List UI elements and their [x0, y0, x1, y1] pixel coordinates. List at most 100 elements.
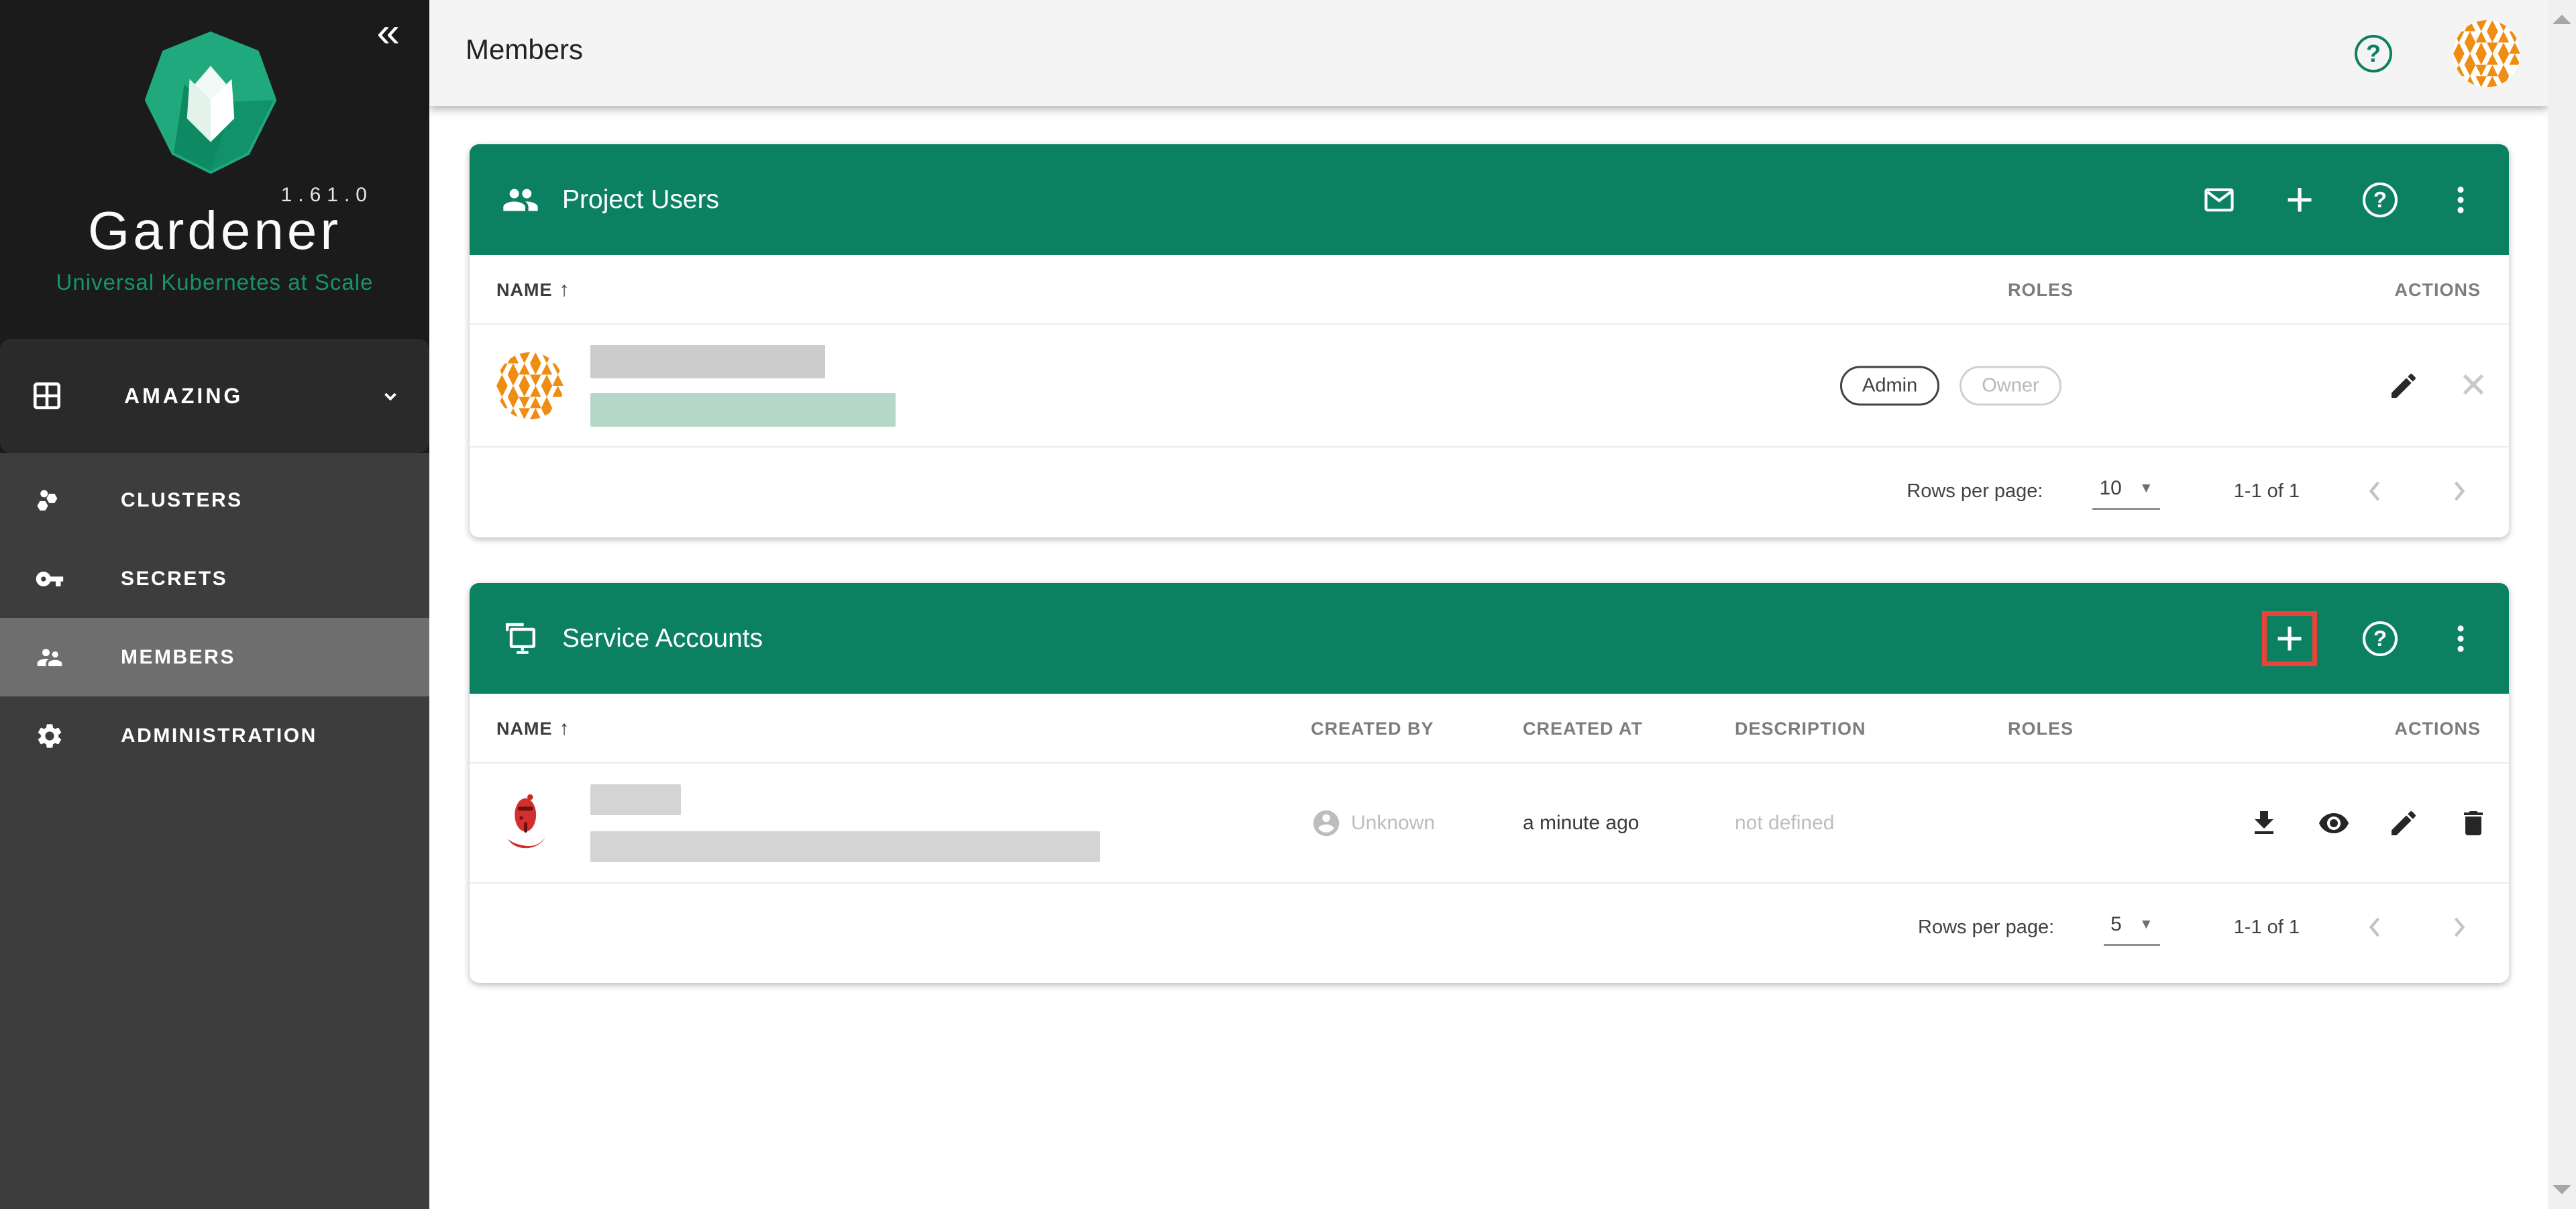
card-menu-button[interactable] [2443, 182, 2478, 217]
main-area: Members ? Project Users + [429, 0, 2548, 1209]
column-header-created-by: CREATED BY [1311, 694, 1434, 764]
service-accounts-table-header: NAME ↑ CREATED BY CREATED AT DESCRIPTION… [470, 694, 2509, 764]
top-bar: Members ? [429, 0, 2548, 106]
column-header-roles: ROLES [2008, 255, 2074, 325]
sidebar-item-label: CLUSTERS [121, 489, 243, 512]
monitor-icon [502, 620, 539, 658]
eye-icon [2318, 807, 2350, 839]
user-avatar[interactable] [2453, 20, 2520, 87]
sidebar-item-label: SECRETS [121, 568, 227, 590]
sidebar-item-label: MEMBERS [121, 646, 235, 669]
service-accounts-header: Service Accounts + ? [470, 583, 2509, 694]
chevron-left-icon[interactable] [2357, 910, 2392, 945]
column-header-name[interactable]: NAME ↑ [496, 255, 570, 325]
mail-icon [2202, 182, 2237, 217]
gear-icon [35, 721, 64, 751]
role-chip-admin: Admin [1840, 366, 1939, 405]
card-title: Project Users [562, 185, 719, 215]
scroll-down-arrow-icon[interactable] [2553, 1185, 2571, 1194]
download-kubeconfig-button[interactable] [2247, 806, 2281, 840]
card-title: Service Accounts [562, 624, 763, 653]
chevron-right-icon[interactable] [2442, 910, 2477, 945]
sidebar-item-members[interactable]: MEMBERS [0, 618, 429, 696]
key-icon [35, 564, 64, 594]
delete-service-account-button[interactable] [2457, 806, 2490, 840]
row-actions: ✕ [2387, 369, 2490, 403]
sort-asc-icon: ↑ [559, 717, 570, 740]
created-by-cell: Unknown [1311, 808, 1435, 839]
members-icon [35, 643, 64, 672]
chevron-down-icon [378, 384, 402, 408]
sidebar-nav: CLUSTERS SECRETS MEMBERS ADMINISTRATION [0, 461, 429, 775]
project-selector-label: AMAZING [124, 384, 243, 409]
add-member-button[interactable]: + [2282, 182, 2317, 217]
people-icon [502, 181, 539, 219]
column-header-name[interactable]: NAME ↑ [496, 694, 570, 764]
member-avatar [496, 352, 564, 419]
created-at-cell: a minute ago [1523, 812, 1639, 835]
row-actions [2247, 806, 2490, 840]
card-menu-button[interactable] [2443, 621, 2478, 656]
help-icon: ? [2363, 621, 2398, 656]
role-chips: Admin Owner [1840, 366, 2061, 405]
chevron-left-icon[interactable] [2357, 474, 2392, 509]
clusters-icon [35, 486, 64, 515]
scroll-up-arrow-icon[interactable] [2553, 15, 2571, 24]
description-cell: not defined [1735, 812, 1834, 835]
brand-tagline: Universal Kubernetes at Scale [0, 270, 429, 295]
service-account-avatar [500, 792, 553, 854]
sidebar-item-clusters[interactable]: CLUSTERS [0, 461, 429, 539]
edit-service-account-button[interactable] [2387, 806, 2420, 840]
page-title: Members [466, 34, 583, 66]
table-row: Admin Owner ✕ [470, 325, 2509, 448]
project-selector[interactable]: AMAZING [0, 339, 429, 453]
sidebar-item-administration[interactable]: ADMINISTRATION [0, 696, 429, 775]
more-vert-icon [2443, 182, 2478, 217]
scrollbar[interactable] [2548, 0, 2576, 1209]
add-service-account-button[interactable]: + [2272, 621, 2307, 656]
trash-icon [2457, 807, 2489, 839]
service-accounts-card: Service Accounts + ? NAME [470, 583, 2509, 983]
brand-title: Gardener [0, 200, 429, 262]
project-users-table-header: NAME ↑ ROLES ACTIONS [470, 255, 2509, 325]
rows-per-page-select[interactable]: 10 ▼ [2092, 473, 2159, 510]
help-icon: ? [2363, 182, 2398, 217]
pagination-range: 1-1 of 1 [2234, 480, 2300, 503]
sidebar-collapse-icon[interactable]: « [377, 12, 400, 54]
chevron-right-icon[interactable] [2442, 474, 2477, 509]
rows-per-page-select[interactable]: 5 ▼ [2104, 909, 2159, 946]
plus-icon: + [2275, 621, 2304, 656]
card-header-actions: + ? [2262, 583, 2478, 694]
sidebar-item-label: ADMINISTRATION [121, 725, 317, 747]
role-chip-owner: Owner [1960, 366, 2061, 405]
rows-per-page-label: Rows per page: [1918, 916, 2054, 939]
caret-down-icon: ▼ [2139, 480, 2153, 496]
gardener-logo-icon [145, 31, 276, 174]
column-header-created-at: CREATED AT [1523, 694, 1643, 764]
invite-mail-button[interactable] [2202, 182, 2237, 217]
rows-per-page-label: Rows per page: [1907, 480, 2043, 503]
person-icon [1311, 808, 1342, 839]
service-accounts-pagination: Rows per page: 5 ▼ 1-1 of 1 [470, 884, 2509, 971]
edit-member-button[interactable] [2387, 369, 2420, 403]
card-help-button[interactable]: ? [2363, 621, 2398, 656]
caret-down-icon: ▼ [2139, 916, 2153, 933]
sort-asc-icon: ↑ [559, 278, 570, 301]
highlight-box: + [2262, 611, 2317, 666]
card-header-actions: + ? [2202, 144, 2478, 255]
card-help-button[interactable]: ? [2363, 182, 2398, 217]
sidebar-item-secrets[interactable]: SECRETS [0, 539, 429, 618]
plus-icon: + [2286, 182, 2314, 217]
help-button[interactable]: ? [2355, 35, 2392, 72]
close-icon: ✕ [2459, 369, 2488, 403]
pencil-icon [2387, 370, 2420, 402]
project-users-header: Project Users + ? [470, 144, 2509, 255]
column-header-description: DESCRIPTION [1735, 694, 1866, 764]
download-icon [2248, 807, 2280, 839]
more-vert-icon [2443, 621, 2478, 656]
table-row: Unknown a minute ago not defined [470, 764, 2509, 884]
view-kubeconfig-button[interactable] [2317, 806, 2351, 840]
redacted-member-name [590, 345, 896, 427]
remove-member-button[interactable]: ✕ [2457, 369, 2490, 403]
project-users-pagination: Rows per page: 10 ▼ 1-1 of 1 [470, 448, 2509, 535]
